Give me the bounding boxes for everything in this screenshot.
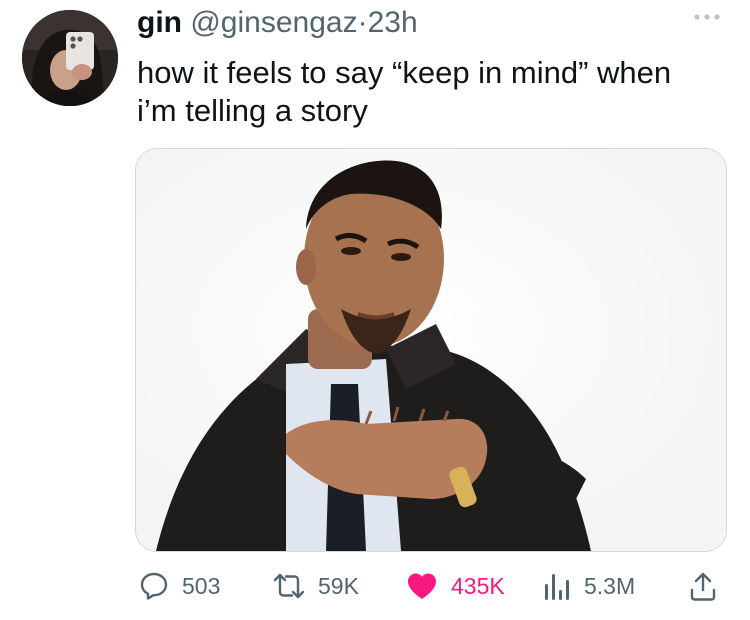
heart-filled-icon: [408, 573, 436, 599]
reply-count: 503: [182, 572, 221, 599]
reply-button[interactable]: 503: [138, 566, 220, 606]
more-options-icon[interactable]: [692, 12, 722, 22]
photo-person-hand-gesture: [136, 149, 726, 551]
share-icon: [690, 572, 716, 601]
views-count: 5.3M: [584, 572, 636, 599]
avatar[interactable]: [22, 10, 118, 106]
header-separator: ·: [357, 6, 368, 39]
tweet-header: gin @ginsengaz·23h: [137, 6, 418, 40]
like-button[interactable]: 435K: [405, 566, 505, 606]
retweet-button[interactable]: 59K: [272, 566, 359, 606]
author-handle[interactable]: @ginsengaz: [190, 6, 357, 39]
tweet-text-line: i’m telling a story: [137, 93, 368, 128]
tweet-media-photo[interactable]: [135, 148, 727, 552]
reply-icon: [140, 572, 168, 600]
like-count: 435K: [451, 572, 505, 599]
share-button[interactable]: [688, 566, 718, 606]
analytics-icon: [545, 574, 569, 600]
retweet-count: 59K: [318, 572, 359, 599]
tweet-text: how it feels to say “keep in mind” when …: [137, 54, 737, 130]
tweet-timestamp[interactable]: 23h: [368, 6, 418, 39]
tweet-text-line: how it feels to say “keep in mind” when: [137, 55, 672, 90]
tweet-actions: 503 59K 435K 5.3M: [0, 566, 750, 606]
avatar-photo: [22, 10, 118, 106]
retweet-icon: [273, 573, 305, 599]
tweet: gin @ginsengaz·23h how it feels to say “…: [0, 0, 750, 620]
author-name[interactable]: gin: [137, 6, 182, 39]
views-button[interactable]: 5.3M: [542, 566, 635, 606]
